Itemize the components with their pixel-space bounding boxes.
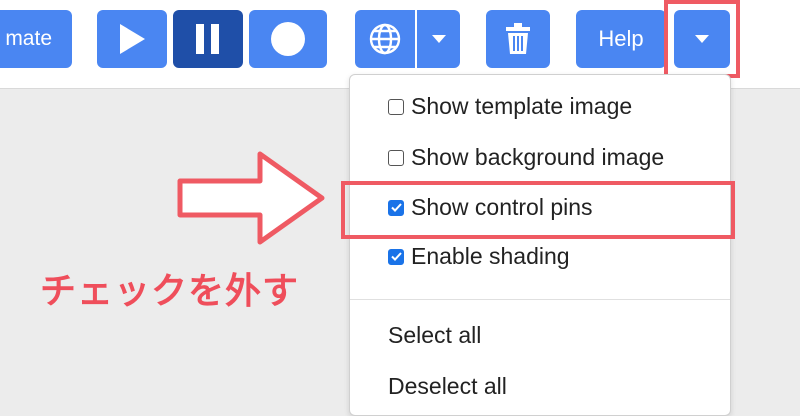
- help-button-label: Help: [598, 26, 644, 51]
- options-dropdown-button[interactable]: [674, 10, 730, 68]
- language-dropdown-button[interactable]: [417, 10, 460, 68]
- menu-item-label: Enable shading: [411, 243, 570, 269]
- play-icon: [118, 23, 146, 55]
- menu-item-show-template-image[interactable]: Show template image: [388, 93, 632, 120]
- menu-item-label: Show control pins: [411, 194, 593, 220]
- menu-item-deselect-all[interactable]: Deselect all: [388, 373, 507, 400]
- record-button[interactable]: [249, 10, 327, 68]
- pointer-arrow-icon: [172, 150, 332, 246]
- language-button[interactable]: [355, 10, 415, 68]
- checkbox[interactable]: [388, 149, 404, 166]
- globe-icon: [368, 22, 402, 56]
- menu-divider: [350, 299, 730, 300]
- menu-item-select-all[interactable]: Select all: [388, 322, 481, 349]
- animate-button-label: mate: [5, 27, 52, 50]
- menu-item-show-control-pins[interactable]: Show control pins: [388, 194, 593, 221]
- checkmark-icon: [390, 203, 402, 212]
- trash-icon: [505, 23, 531, 55]
- menu-item-show-background-image[interactable]: Show background image: [388, 144, 664, 171]
- checkbox-checked[interactable]: [388, 248, 404, 265]
- caret-down-icon: [695, 35, 709, 43]
- play-button[interactable]: [97, 10, 167, 68]
- caret-down-icon: [431, 35, 446, 43]
- delete-button[interactable]: [486, 10, 550, 68]
- options-dropdown-menu: Show template image Show background imag…: [349, 74, 731, 416]
- animate-button[interactable]: mate: [0, 10, 72, 68]
- checkbox-checked[interactable]: [388, 199, 404, 216]
- menu-item-label: Show template image: [411, 93, 633, 119]
- menu-item-label: Show background image: [411, 144, 665, 170]
- record-icon: [270, 21, 306, 57]
- checkmark-icon: [390, 252, 402, 261]
- checkbox[interactable]: [388, 98, 404, 115]
- menu-item-enable-shading[interactable]: Enable shading: [388, 243, 570, 270]
- pause-icon: [195, 23, 221, 55]
- annotation-text: チェックを外す: [40, 271, 300, 312]
- menu-item-label: Deselect all: [388, 373, 507, 399]
- help-button[interactable]: Help: [576, 10, 666, 68]
- menu-item-label: Select all: [388, 322, 482, 348]
- pause-button[interactable]: [173, 10, 243, 68]
